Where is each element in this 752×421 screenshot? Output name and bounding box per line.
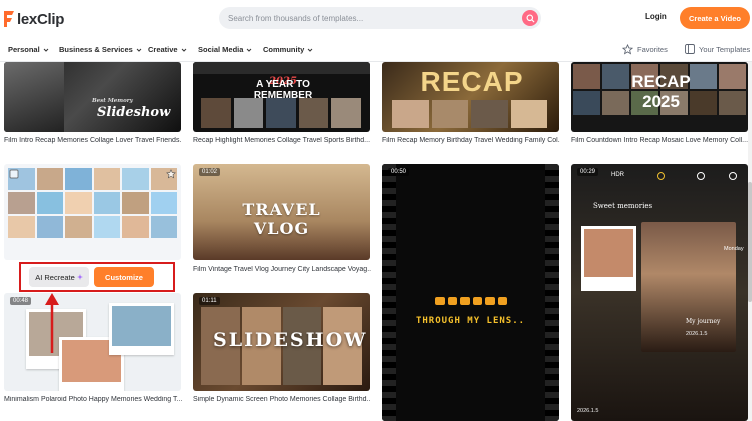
chevron-down-icon [247, 48, 252, 52]
template-caption[interactable]: Recap Highlight Memories Collage Travel … [193, 137, 371, 144]
overlay-title: TRAVEL VLOG [242, 200, 321, 238]
template-caption[interactable]: Minimalism Polaroid Photo Happy Memories… [4, 396, 182, 403]
template-thumbnail[interactable]: Best Memory Slideshow [4, 62, 181, 132]
duration-badge: 01:11 [199, 297, 220, 305]
search-input[interactable] [228, 10, 518, 26]
favorites-label: Favorites [637, 45, 668, 54]
duration-badge: 01:02 [199, 168, 221, 176]
template-thumbnail[interactable]: RECAP [382, 62, 559, 132]
template-thumbnail[interactable] [4, 164, 181, 260]
duration-badge: 00:29 [577, 168, 599, 176]
overlay-title: SLIDESHOW [213, 329, 368, 351]
chevron-down-icon [136, 48, 142, 52]
photo-row [201, 98, 361, 128]
your-templates-label: Your Templates [699, 44, 751, 54]
date-label: 2026.1.5 [577, 408, 599, 414]
highlight-box [19, 262, 175, 292]
duration-badge: 00:48 [10, 297, 32, 305]
template-thumbnail[interactable]: 01:02 TRAVEL VLOG [193, 164, 370, 260]
search-button[interactable] [522, 10, 538, 26]
day-label: Monday [724, 246, 744, 252]
film-perforation [382, 164, 396, 421]
chevron-down-icon [181, 48, 186, 52]
template-caption[interactable]: Simple Dynamic Screen Photo Memories Col… [193, 396, 371, 403]
flip-icon [729, 172, 737, 180]
nav-label: Creative [148, 45, 178, 54]
flexclip-logo[interactable]: lexClip [2, 8, 64, 30]
template-icon [685, 44, 695, 54]
nav-social-media[interactable]: Social Media [198, 45, 252, 54]
duration-badge: 00:50 [388, 168, 410, 176]
favorites-link[interactable]: Favorites [622, 44, 668, 55]
nav-creative[interactable]: Creative [148, 45, 187, 54]
logo-mark-icon [2, 9, 16, 29]
logo-text: lexClip [17, 10, 65, 28]
scrollbar-thumb[interactable] [748, 182, 752, 302]
star-icon[interactable] [166, 169, 176, 179]
overlay-title: RECAP [420, 66, 524, 97]
overlay-subtitle: Best Memory [92, 98, 133, 104]
overlay-title: THROUGH MY LENS.. [415, 316, 526, 326]
nav-business[interactable]: Business & Services [59, 45, 142, 54]
film-top [193, 62, 370, 74]
scrollbar[interactable] [748, 62, 752, 421]
chevron-down-icon [307, 48, 313, 52]
search-bar [219, 7, 541, 29]
timer-icon [697, 172, 705, 180]
your-templates-link[interactable]: Your Templates [685, 44, 750, 54]
camera-icon [657, 172, 665, 180]
layers-icon[interactable] [9, 169, 19, 179]
polaroid-photo [109, 303, 174, 355]
overlay-title: RECAP 2025 [631, 72, 691, 111]
template-caption[interactable]: Film Vintage Travel Vlog Journey City La… [193, 266, 371, 273]
polaroid-photo [581, 226, 636, 291]
arrow-up-icon [45, 293, 59, 353]
login-link[interactable]: Login [645, 12, 667, 21]
nav-label: Community [263, 45, 305, 54]
template-thumbnail[interactable]: 00:50 THROUGH MY LENS.. [382, 164, 559, 421]
note-text: Sweet memories [593, 202, 653, 210]
emoji-row [435, 297, 507, 305]
film-perforation [545, 164, 559, 421]
photo-strip [4, 62, 64, 132]
nav-personal[interactable]: Personal [8, 45, 49, 54]
photo-row [392, 100, 547, 128]
photo-collage [8, 168, 177, 238]
nav-label: Business & Services [59, 45, 133, 54]
overlay-title: Slideshow [97, 105, 171, 120]
nav-label: Personal [8, 45, 40, 54]
template-caption[interactable]: Film Countdown Intro Recap Mosaic Love M… [571, 137, 749, 144]
template-thumbnail[interactable]: 01:11 SLIDESHOW [193, 293, 370, 391]
journey-note: My journey [686, 318, 721, 325]
template-thumbnail[interactable]: 2025 A YEAR TO REMEMBER [193, 62, 370, 132]
template-thumbnail[interactable]: RECAP 2025 [571, 62, 748, 132]
top-bar: lexClip Login Create a Video [0, 0, 752, 38]
search-icon [525, 13, 535, 23]
template-caption[interactable]: Film Intro Recap Memories Collage Lover … [4, 137, 182, 144]
hdr-label: HDR [611, 172, 624, 178]
date-label: 2026.1.5 [686, 331, 708, 337]
create-video-button[interactable]: Create a Video [680, 7, 750, 29]
category-nav: Personal Business & Services Creative So… [0, 38, 752, 62]
star-icon [622, 44, 633, 55]
template-thumbnail[interactable]: 00:29 HDR Sweet memories Monday My journ… [571, 164, 748, 421]
template-thumbnail[interactable]: 00:48 [4, 293, 181, 391]
chevron-down-icon [43, 48, 49, 52]
nav-label: Social Media [198, 45, 244, 54]
nav-community[interactable]: Community [263, 45, 313, 54]
template-caption[interactable]: Film Recap Memory Birthday Travel Weddin… [382, 137, 560, 144]
